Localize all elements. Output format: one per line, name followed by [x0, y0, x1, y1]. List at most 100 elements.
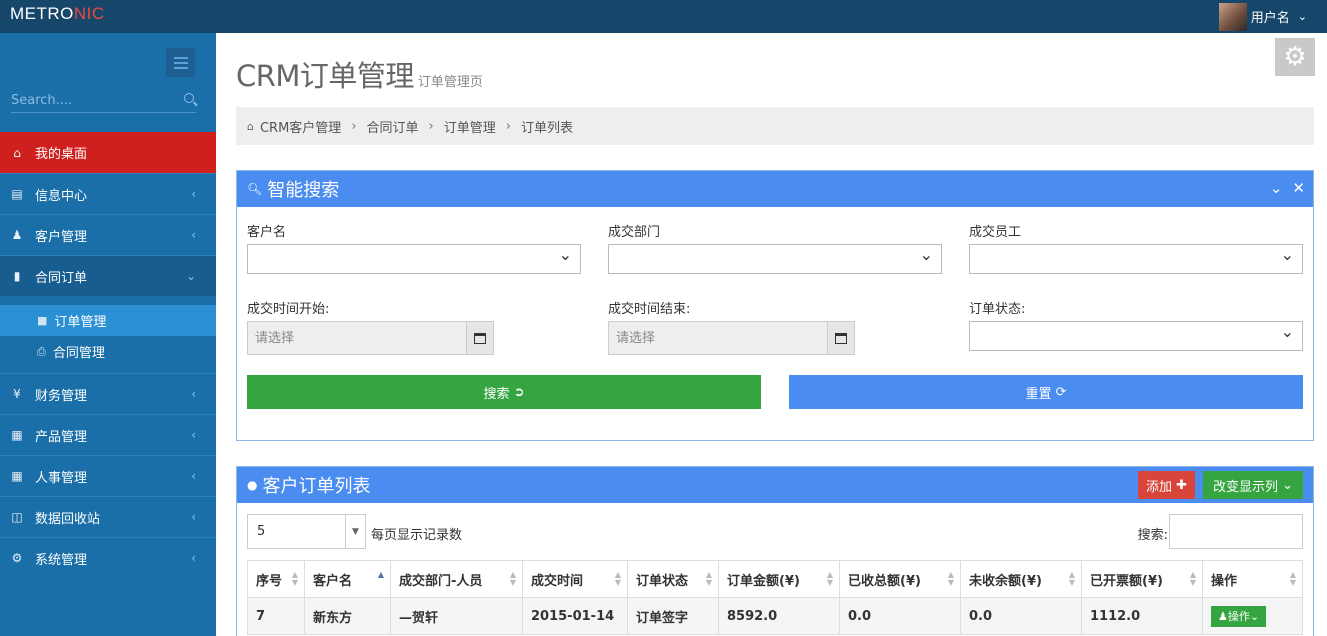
username: 用户名	[1250, 11, 1290, 26]
sidebar-menu: ⌂ 我的桌面 ▤ 信息中心 ‹ ♟ 客户管理 ‹ ▮ 合同订单 ⌄ ■ 订单管理…	[0, 132, 216, 578]
sidebar-item-finance[interactable]: ¥ 财务管理 ‹	[0, 373, 216, 414]
chevron-left-icon: ‹	[191, 428, 196, 442]
employee-label: 成交员工	[969, 225, 1022, 240]
table-row[interactable]: 7 新东方 —贺轩 2015-01-14 订单签字 8592.0 0.0 0.0…	[247, 597, 1303, 635]
breadcrumb-separator: ›	[428, 118, 434, 134]
chevron-left-icon: ‹	[191, 387, 196, 401]
breadcrumb-separator: ›	[505, 118, 511, 134]
department-select[interactable]	[608, 244, 942, 274]
sort-icon: ▲ ▼	[1189, 570, 1196, 587]
row-action-button[interactable]: ♟ 操作 ⌄	[1211, 605, 1267, 627]
breadcrumb-item[interactable]: 订单管理	[444, 117, 496, 136]
start-time-label: 成交时间开始:	[247, 302, 330, 317]
column-header-department[interactable]: 成交部门-人员 ▲ ▼	[390, 560, 523, 598]
start-date-picker	[247, 321, 494, 355]
sidebar-subitem-contracts[interactable]: ⎙ 合同管理	[0, 336, 216, 367]
table-search-input[interactable]	[1169, 514, 1303, 549]
end-date-input[interactable]	[609, 322, 827, 354]
search-button[interactable]: 搜索 ➲	[247, 375, 761, 409]
order-list-header: ● 客户订单列表 添加 ✚ 改变显示列 ⌄	[237, 467, 1313, 503]
order-status-label: 订单状态:	[969, 302, 1026, 317]
department-label: 成交部门	[608, 225, 661, 240]
sort-icon: ▲ ▼	[509, 570, 516, 587]
sidebar-search	[11, 89, 196, 113]
globe-icon: ●	[247, 478, 258, 492]
cell-outstanding: 0.0	[960, 597, 1082, 635]
print-icon: ⎙	[37, 344, 46, 358]
table-search-label: 搜索:	[1137, 528, 1168, 543]
arrow-circle-right-icon: ➲	[513, 384, 525, 400]
sidebar-submenu-contracts: ■ 订单管理 ⎙ 合同管理	[0, 296, 216, 373]
sidebar-item-contracts[interactable]: ▮ 合同订单 ⌄	[0, 255, 216, 296]
page-subtitle: 订单管理页	[417, 75, 483, 90]
chevron-left-icon: ‹	[191, 228, 196, 242]
search-panel: 🔍︎ 智能搜索 ⌄ ✕ 客户名 成交部门 成交员工 成交时间开始: 成交时间结束…	[236, 170, 1314, 441]
sidebar-item-products[interactable]: ▦ 产品管理 ‹	[0, 414, 216, 455]
close-icon[interactable]: ✕	[1292, 179, 1305, 197]
folder-icon: ■	[37, 314, 48, 327]
start-date-input[interactable]	[248, 322, 466, 354]
page-size-select[interactable]: 5 ▼	[247, 514, 366, 549]
user-icon: ♟	[11, 228, 23, 242]
sidebar-toggle-button[interactable]	[166, 48, 195, 77]
main-content: ⚙ CRM订单管理 订单管理页 ⌂ CRM客户管理 › 合同订单 › 订单管理 ›…	[216, 33, 1327, 636]
sidebar-item-customers[interactable]: ♟ 客户管理 ‹	[0, 214, 216, 255]
cell-deal-time: 2015-01-14	[522, 597, 628, 635]
column-header-index[interactable]: 序号 ▲ ▼	[247, 560, 305, 598]
table-header-row: 序号 ▲ ▼ 客户名 ▲ 成交部门-人员 ▲ ▼ 成交时间 ▲ ▼ 订单状态 ▲ ▼ 订单金额(¥…	[247, 560, 1303, 598]
column-header-outstanding[interactable]: 未收余额(¥) ▲ ▼	[960, 560, 1082, 598]
sidebar-subitem-orders[interactable]: ■ 订单管理	[0, 305, 216, 336]
column-header-received[interactable]: 已收总额(¥) ▲ ▼	[839, 560, 961, 598]
sidebar-item-info-center[interactable]: ▤ 信息中心 ‹	[0, 173, 216, 214]
column-header-customer[interactable]: 客户名 ▲	[304, 560, 391, 598]
chevron-down-icon: ⌄	[185, 269, 196, 283]
gear-icon: ⚙	[1283, 42, 1307, 72]
order-list-panel: ● 客户订单列表 添加 ✚ 改变显示列 ⌄ 5 ▼ 每页显示记录数 搜索: 序号…	[236, 466, 1314, 636]
calendar-icon[interactable]	[827, 322, 854, 354]
column-header-deal-time[interactable]: 成交时间 ▲ ▼	[522, 560, 628, 598]
logo[interactable]: METRONIC	[10, 4, 105, 24]
column-header-amount[interactable]: 订单金额(¥) ▲ ▼	[718, 560, 840, 598]
cell-amount: 8592.0	[718, 597, 840, 635]
breadcrumb-separator: ›	[351, 118, 357, 134]
sort-icon: ▲ ▼	[614, 570, 621, 587]
add-order-button[interactable]: 添加 ✚	[1137, 471, 1195, 499]
change-columns-button[interactable]: 改变显示列 ⌄	[1202, 471, 1303, 499]
envelope-icon: ▤	[11, 187, 23, 201]
sort-icon: ▲ ▼	[1068, 570, 1075, 587]
column-header-status[interactable]: 订单状态 ▲ ▼	[627, 560, 719, 598]
chevron-left-icon: ‹	[191, 469, 196, 483]
search-panel-header: 🔍︎ 智能搜索 ⌄ ✕	[237, 171, 1313, 207]
column-header-actions[interactable]: 操作 ▲ ▼	[1202, 560, 1303, 598]
sidebar-item-desktop[interactable]: ⌂ 我的桌面	[0, 132, 216, 173]
caret-down-icon: ▼	[345, 515, 365, 548]
sort-asc-icon: ▲	[377, 570, 384, 579]
chevron-down-icon: ⌄	[1297, 10, 1307, 23]
settings-gear-button[interactable]: ⚙	[1275, 38, 1315, 76]
customer-select[interactable]	[247, 244, 581, 274]
sidebar-search-input[interactable]	[11, 89, 171, 111]
employee-select[interactable]	[969, 244, 1303, 274]
chevron-left-icon: ‹	[191, 510, 196, 524]
reset-button[interactable]: 重置 ⟳	[789, 375, 1303, 409]
sidebar-item-system[interactable]: ⚙ 系统管理 ‹	[0, 537, 216, 578]
user-icon: ♟	[1218, 609, 1228, 623]
sort-icon: ▲ ▼	[947, 570, 954, 587]
refresh-icon: ⟳	[1055, 384, 1067, 400]
calendar-icon[interactable]	[466, 322, 493, 354]
column-header-invoiced[interactable]: 已开票额(¥) ▲ ▼	[1081, 560, 1203, 598]
plus-icon: ✚	[1176, 477, 1187, 493]
cell-department: —贺轩	[390, 597, 523, 635]
order-status-select[interactable]	[969, 321, 1303, 351]
chevron-down-icon: ⌄	[1249, 609, 1260, 623]
page-size-label: 每页显示记录数	[371, 528, 463, 543]
sidebar-item-recycle[interactable]: ◫ 数据回收站 ‹	[0, 496, 216, 537]
search-icon[interactable]	[184, 93, 194, 103]
breadcrumb-item[interactable]: CRM客户管理	[260, 117, 341, 136]
user-menu[interactable]: 用户名 ⌄	[1218, 0, 1307, 33]
gear-icon: ⚙	[11, 551, 23, 565]
breadcrumb-item[interactable]: 合同订单	[367, 117, 419, 136]
collapse-icon[interactable]: ⌄	[1270, 179, 1283, 197]
home-icon: ⌂	[13, 145, 21, 160]
sidebar-item-hr[interactable]: ▦ 人事管理 ‹	[0, 455, 216, 496]
